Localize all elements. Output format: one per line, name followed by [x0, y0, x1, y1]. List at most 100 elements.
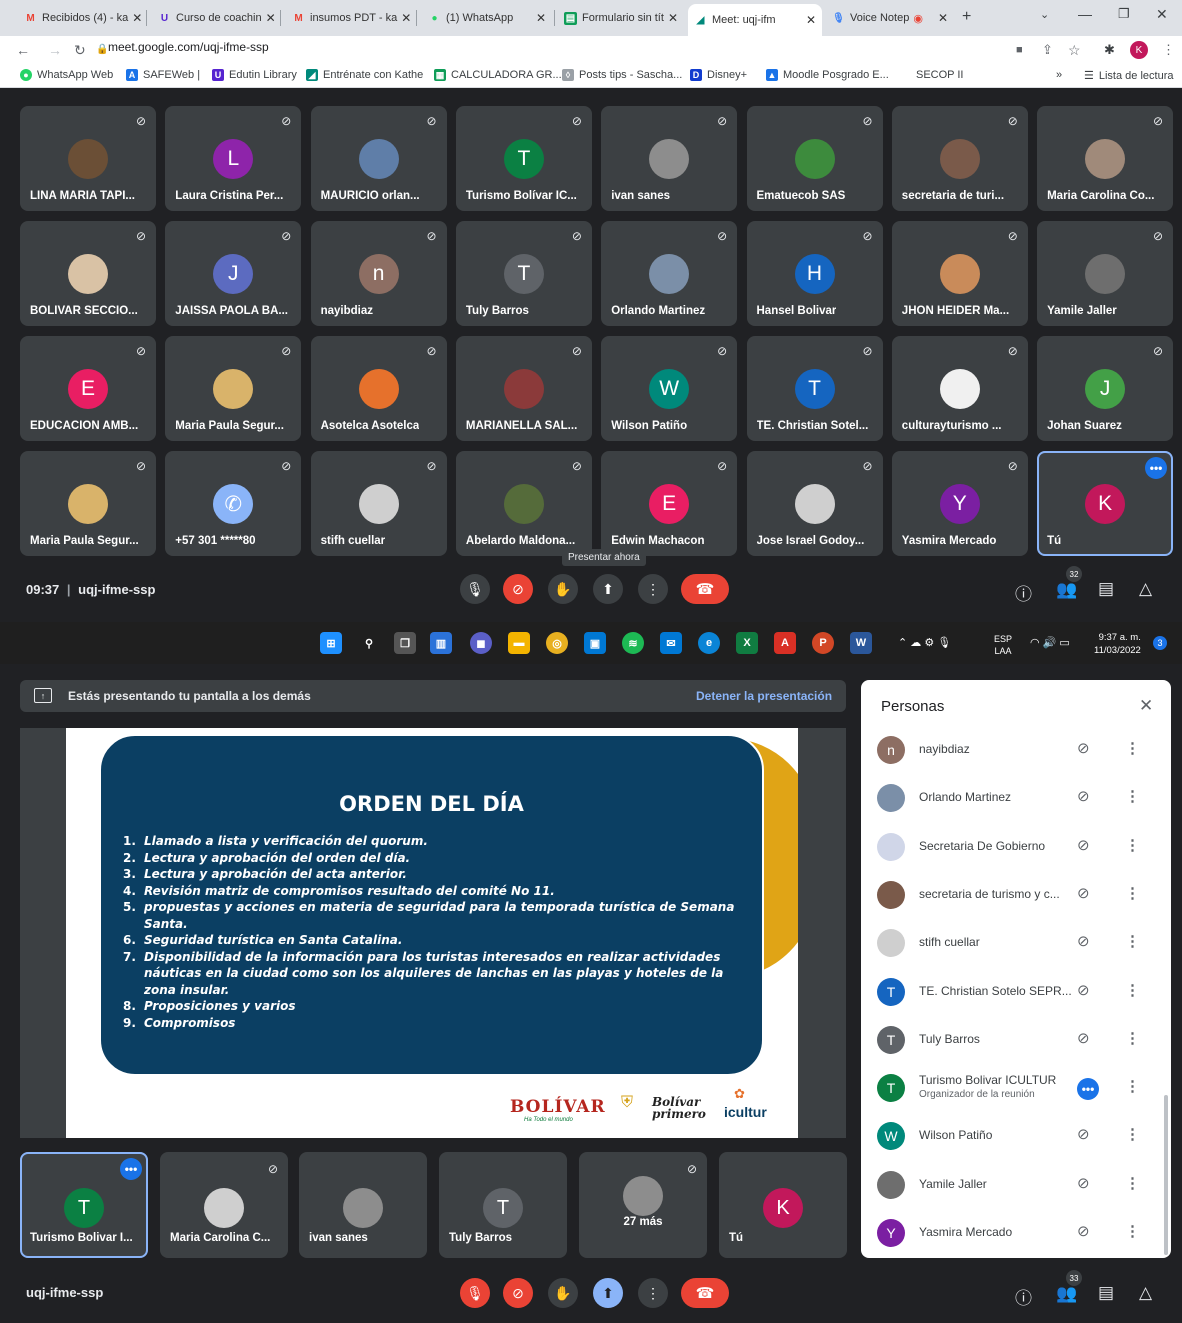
mic-off-icon[interactable]: ⊘ — [1077, 787, 1090, 805]
more-options-icon[interactable]: ⋮ — [1125, 981, 1140, 999]
camera-off-button[interactable]: ⊘ — [503, 574, 533, 604]
people-list-item[interactable]: Orlando Martinez ⊘ ⋮ — [861, 775, 1171, 823]
close-icon[interactable]: ✕ — [532, 11, 546, 25]
store-icon[interactable]: ▣ — [584, 632, 606, 654]
participant-tile[interactable]: ⊘ Orlando Martinez — [601, 221, 738, 326]
more-options-icon[interactable]: ⋮ — [1125, 1222, 1140, 1240]
people-list-item[interactable]: T Turismo Bolivar ICULTUR Organizador de l… — [861, 1065, 1171, 1113]
mic-off-icon[interactable]: ⊘ — [1077, 836, 1090, 854]
mic-off-icon[interactable]: ⊘ — [1077, 981, 1090, 999]
more-options-icon[interactable]: ⋮ — [1125, 1029, 1140, 1047]
close-icon[interactable]: ✕ — [397, 11, 411, 25]
tab-forms[interactable]: ▤ Formulario sin tít ✕ — [558, 6, 684, 30]
camera-icon[interactable]: ■ — [1016, 44, 1023, 56]
mail-icon[interactable]: ✉ — [660, 632, 682, 654]
bookmark-posts[interactable]: ◊ Posts tips - Sascha... — [562, 69, 682, 81]
camera-off-button[interactable]: ⊘ — [503, 1278, 533, 1308]
more-bookmarks[interactable]: » — [1056, 69, 1062, 81]
participant-tile[interactable]: ⊘ E EDUCACIÓN AMB... — [20, 336, 156, 441]
tray-icons[interactable]: ⌃ ☁ ⚙ 🎙 — [898, 636, 951, 649]
mic-off-icon[interactable]: ⊘ — [1077, 1222, 1090, 1240]
edge-icon[interactable]: e — [698, 632, 720, 654]
participant-tile[interactable]: ⊘ H Hansel Bolivar — [746, 221, 883, 326]
participant-tile[interactable]: ⊘ JHON HEIDER Ma... — [891, 221, 1028, 326]
people-list-item[interactable]: W Wilson Patiño ⊘ ⋮ — [861, 1113, 1171, 1161]
participant-tile[interactable]: ⊘ ✆ +57 301 *****80 — [165, 451, 302, 556]
reading-list[interactable]: ☰ Lista de lectura — [1084, 69, 1173, 83]
filmstrip-tile[interactable]: ivan sanes — [299, 1152, 427, 1258]
participant-tile[interactable]: ⊘ LINA MARIA TAPI... — [20, 106, 156, 211]
leave-call-button[interactable]: ☎ — [681, 1278, 729, 1308]
more-options-icon[interactable]: ••• — [1145, 457, 1168, 479]
teams-chat-icon[interactable]: ◼ — [470, 632, 492, 654]
url-text[interactable]: meet.google.com/uqj-ifme-ssp — [108, 40, 269, 54]
people-list-item[interactable]: T TE. Christian Sotelo SEPR... ⊘ ⋮ — [861, 969, 1171, 1017]
participant-tile[interactable]: ⊘ W Wilson Patiño — [601, 336, 738, 441]
file-explorer-icon[interactable]: ▬ — [508, 632, 530, 654]
more-options-button[interactable]: ⋮ — [638, 574, 668, 604]
widgets-icon[interactable]: ▥ — [430, 632, 452, 654]
people-list-item[interactable]: secretaria de turismo y c... ⊘ ⋮ — [861, 872, 1171, 920]
more-options-icon[interactable]: ⋮ — [1125, 1077, 1140, 1095]
close-icon[interactable]: ✕ — [664, 11, 678, 25]
activities-icon[interactable]: △ — [1139, 1283, 1152, 1303]
spotify-icon[interactable]: ≋ — [622, 632, 644, 654]
bookmark-secop[interactable]: SECOP II — [916, 69, 963, 81]
bookmark-star-icon[interactable]: ☆ — [1068, 42, 1081, 59]
bookmark-calculadora[interactable]: ▦ CALCULADORA GR... — [434, 69, 562, 81]
raise-hand-button[interactable]: ✋ — [548, 574, 578, 604]
participant-tile[interactable]: ⊘ n nayibdiaz — [310, 221, 447, 326]
more-options-icon[interactable]: ••• — [120, 1158, 142, 1180]
tab-udemy[interactable]: U Curso de coachin ✕ — [152, 6, 278, 30]
pdf-icon[interactable]: A — [774, 632, 796, 654]
people-list-item[interactable]: stifh cuellar ⊘ ⋮ — [861, 920, 1171, 968]
more-options-icon[interactable]: ⋮ — [1125, 836, 1140, 854]
participant-tile[interactable]: ⊘ ivan sanes — [601, 106, 738, 211]
reload-icon[interactable]: ↻ — [74, 42, 86, 59]
mic-off-icon[interactable]: ⊘ — [1077, 739, 1090, 757]
window-close-icon[interactable]: ✕ — [1156, 6, 1168, 23]
participant-tile[interactable]: ⊘ J Johan Suarez — [1037, 336, 1174, 441]
chrome-icon[interactable]: ◎ — [546, 632, 568, 654]
close-icon[interactable]: ✕ — [802, 13, 816, 27]
extensions-icon[interactable]: ✱ — [1104, 42, 1115, 58]
people-list-item[interactable]: n nayibdiaz ⊘ ⋮ — [861, 727, 1171, 775]
participant-tile[interactable]: ⊘ Asotelca Asotelca — [310, 336, 447, 441]
close-icon[interactable]: ✕ — [934, 11, 948, 25]
forward-icon[interactable]: → — [48, 42, 62, 58]
menu-icon[interactable]: ⋮ — [1162, 42, 1175, 58]
more-options-icon[interactable]: ⋮ — [1125, 787, 1140, 805]
participant-tile[interactable]: ⊘ Ematuecob SAS — [746, 106, 883, 211]
participant-tile[interactable]: ⊘ culturayturismo ... — [891, 336, 1028, 441]
people-list-item[interactable]: Y Yasmira Mercado ⊘ ⋮ — [861, 1210, 1171, 1258]
close-panel-icon[interactable]: ✕ — [1139, 696, 1153, 716]
tab-gmail-inbox[interactable]: M Recibidos (4) - ka ✕ — [18, 6, 144, 30]
microphone-button[interactable]: 🎙 — [460, 574, 490, 604]
bookmark-whatsapp[interactable]: ● WhatsApp Web — [20, 69, 113, 81]
new-tab-button[interactable]: + — [962, 8, 971, 26]
people-list-item[interactable]: Yamile Jaller ⊘ ⋮ — [861, 1162, 1171, 1210]
mic-off-icon[interactable]: ⊘ — [1077, 1125, 1090, 1143]
leave-call-button[interactable]: ☎ — [681, 574, 729, 604]
participant-tile[interactable]: ⊘ L Laura Cristina Per... — [165, 106, 302, 211]
more-options-icon[interactable]: ⋮ — [1125, 1125, 1140, 1143]
tab-voice-notepad[interactable]: 🎙 Voice Notep ◉ ✕ — [826, 6, 954, 30]
share-icon[interactable]: ⇪ — [1042, 42, 1053, 58]
filmstrip-tile[interactable]: ⊘ Maria Carolina C... — [160, 1152, 288, 1258]
participant-tile[interactable]: ⊘ stifh cuellar — [310, 451, 447, 556]
mic-off-icon[interactable]: ⊘ — [1077, 1174, 1090, 1192]
more-options-icon[interactable]: ⋮ — [1125, 1174, 1140, 1192]
present-button[interactable]: ⬆ — [593, 574, 623, 604]
participant-tile[interactable]: ⊘ Jose Israel Godoy... — [746, 451, 883, 556]
network-sound-battery-icons[interactable]: ◠ 🔊 ▭ — [1030, 636, 1070, 649]
mic-off-icon[interactable]: ⊘ — [1077, 932, 1090, 950]
raise-hand-button[interactable]: ✋ — [548, 1278, 578, 1308]
participant-tile[interactable]: ⊘ T Tuly Barros — [455, 221, 592, 326]
mic-off-icon[interactable]: ⊘ — [1077, 884, 1090, 902]
participant-tile[interactable]: ⊘ MAURICIO orlan... — [310, 106, 447, 211]
language-indicator[interactable]: ESP LAA — [994, 633, 1012, 657]
task-view-icon[interactable]: ❐ — [394, 632, 416, 654]
participant-tile[interactable]: ⊘ Maria Paula Segur... — [165, 336, 302, 441]
participant-tile[interactable]: ⊘ T TE. Christian Sotel... — [746, 336, 883, 441]
microphone-muted-button[interactable]: 🎙 — [460, 1278, 490, 1308]
